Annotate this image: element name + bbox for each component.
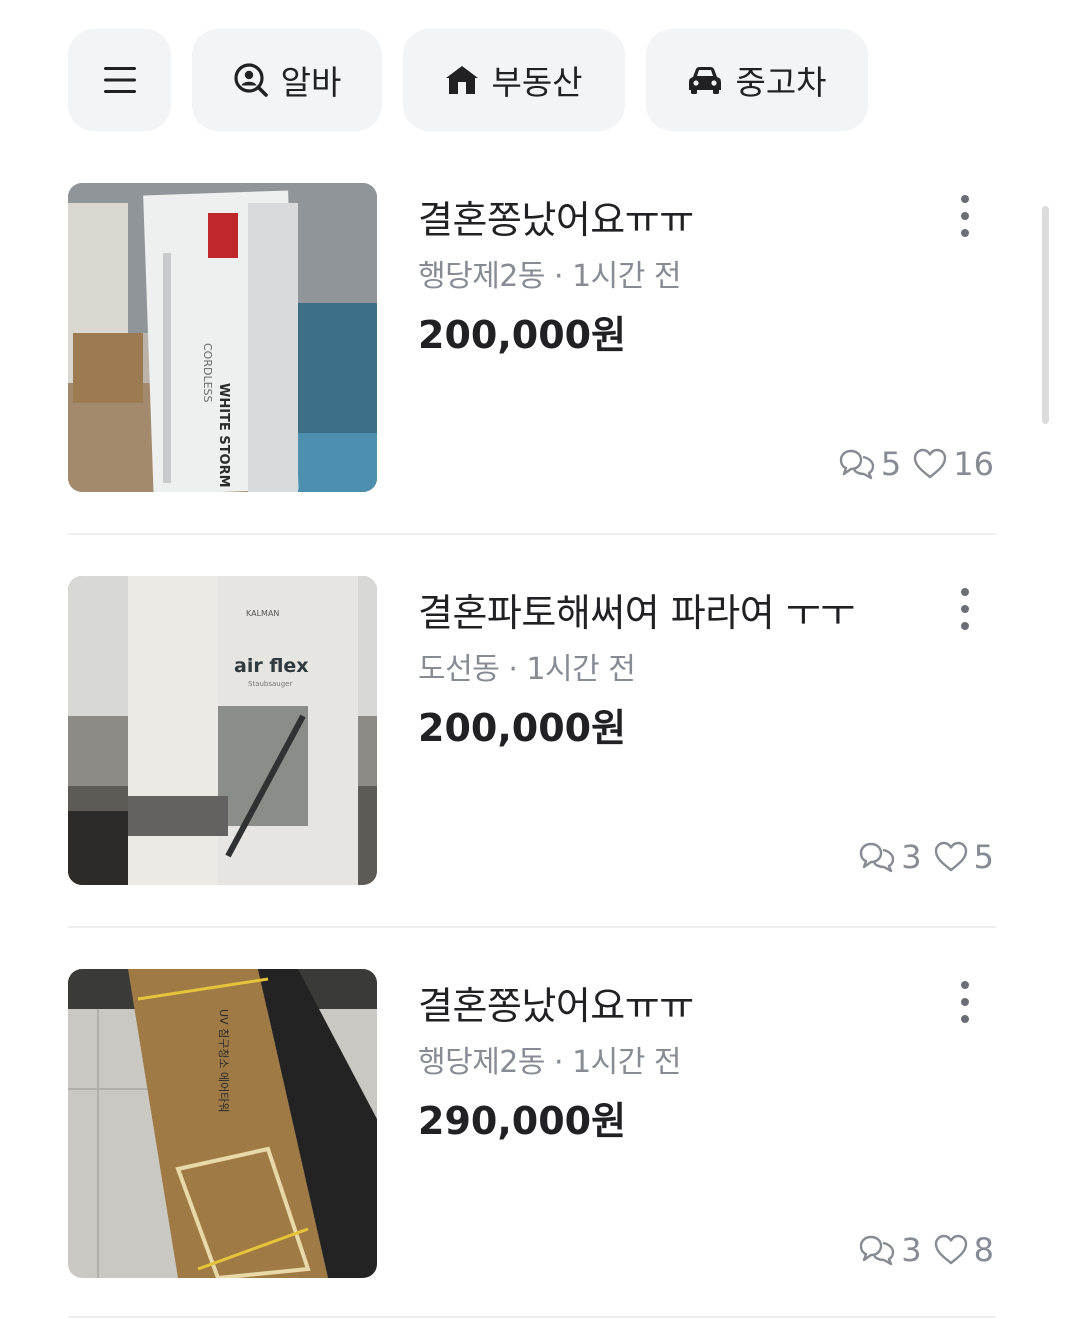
listing-location-time: 도선동 · 1시간 전	[418, 652, 636, 687]
chat-bubble-icon	[860, 1235, 895, 1266]
category-bar: 알바 부동산 중고차	[68, 29, 868, 131]
comment-count: 3	[901, 1231, 922, 1269]
divider	[68, 1316, 996, 1318]
heart-icon	[934, 1234, 967, 1265]
heart-icon	[934, 841, 967, 872]
more-options-button[interactable]	[946, 191, 984, 241]
hamburger-menu-icon	[103, 67, 136, 93]
product-thumbnail: WHITE STORM CORDLESS	[68, 183, 377, 492]
listing-title: 결혼쫑났어요ㅠㅠ	[418, 198, 694, 242]
listing-location-time: 행당제2동 · 1시간 전	[418, 1045, 682, 1080]
more-vertical-icon	[961, 195, 969, 237]
chat-bubble-icon	[839, 449, 875, 480]
car-icon	[689, 67, 722, 94]
listing-title: 결혼쫑났어요ㅠㅠ	[418, 984, 694, 1028]
listing-price: 200,000원	[418, 706, 627, 750]
listing-item[interactable]: KALMAN air flex Staubsauger 결혼파토해써여 파라여 …	[68, 576, 996, 885]
box-text: UV 침구청소 에어타워	[217, 1009, 230, 1113]
box-text: CORDLESS	[201, 343, 214, 403]
like-count: 5	[973, 838, 994, 876]
product-thumbnail: UV 침구청소 에어타워	[68, 969, 377, 1278]
menu-button[interactable]	[68, 29, 171, 131]
box-text: KALMAN	[246, 609, 279, 618]
comment-count: 5	[880, 445, 902, 483]
divider	[68, 926, 996, 928]
listing-item[interactable]: WHITE STORM CORDLESS 결혼쫑났어요ㅠㅠ 행당제2동 · 1시…	[68, 183, 996, 492]
more-vertical-icon	[961, 981, 969, 1023]
comment-count: 3	[901, 838, 922, 876]
category-chip-realestate[interactable]: 부동산	[403, 29, 625, 131]
listing-location-time: 행당제2동 · 1시간 전	[418, 259, 682, 294]
box-text: Staubsauger	[248, 680, 292, 688]
listing-price: 200,000원	[418, 313, 627, 357]
search-person-icon	[234, 63, 268, 97]
more-options-button[interactable]	[946, 977, 984, 1027]
house-icon	[446, 66, 479, 94]
more-vertical-icon	[961, 588, 969, 630]
category-chip-label: 중고차	[735, 63, 827, 102]
heart-icon	[914, 448, 947, 479]
chat-bubble-icon	[860, 842, 895, 873]
category-chip-usedcar[interactable]: 중고차	[646, 29, 868, 131]
listing-price: 290,000원	[418, 1099, 627, 1143]
listing-stats: 3 8	[859, 1231, 994, 1269]
like-count: 8	[973, 1231, 994, 1269]
category-chip-label: 부동산	[491, 63, 583, 102]
like-count: 16	[953, 445, 994, 483]
listing-stats: 5 16	[839, 445, 994, 483]
scrollbar[interactable]	[1042, 206, 1049, 424]
category-chip-jobs[interactable]: 알바	[192, 29, 382, 131]
listing-title: 결혼파토해써여 파라여 ㅜㅜ	[418, 591, 855, 635]
product-thumbnail: KALMAN air flex Staubsauger	[68, 576, 377, 885]
more-options-button[interactable]	[946, 584, 984, 634]
box-text: air flex	[234, 655, 309, 677]
category-chip-label: 알바	[280, 63, 342, 102]
listing-item[interactable]: UV 침구청소 에어타워 결혼쫑났어요ㅠㅠ 행당제2동 · 1시간 전 290,…	[68, 969, 996, 1278]
box-text: WHITE STORM	[216, 383, 231, 488]
listing-stats: 3 5	[859, 838, 994, 876]
divider	[68, 533, 996, 535]
